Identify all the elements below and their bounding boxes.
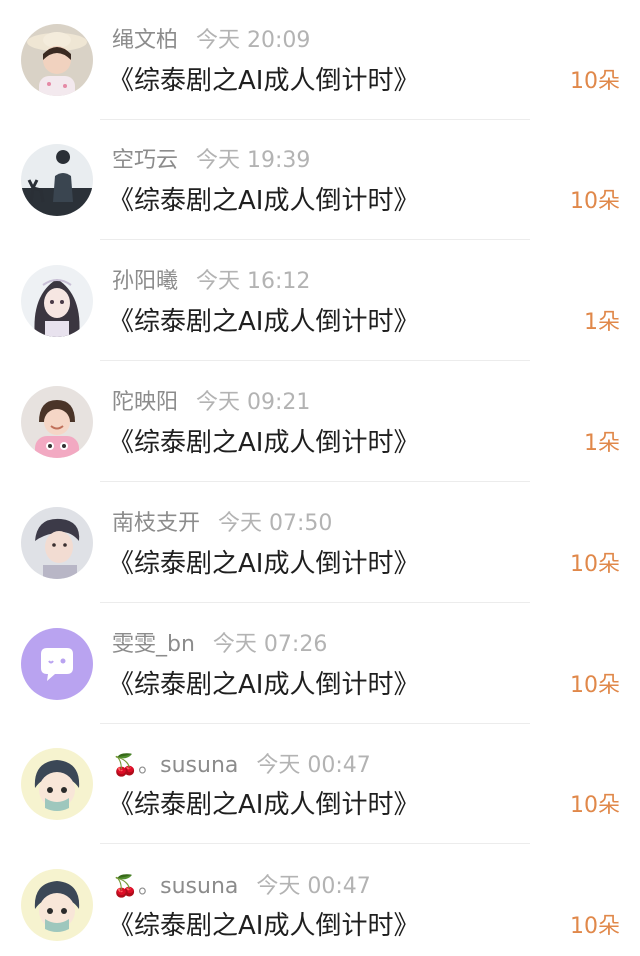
timestamp: 今天 00:47 bbox=[256, 753, 371, 778]
flower-count: 10朵 bbox=[570, 673, 620, 698]
list-item[interactable]: 南枝支开 今天 07:50 《综泰剧之AI成人倒计时》 10朵 bbox=[0, 483, 640, 603]
flower-count: 10朵 bbox=[570, 69, 620, 94]
meta-line: 孙阳曦 今天 16:12 bbox=[112, 267, 310, 297]
flower-count: 10朵 bbox=[570, 914, 620, 939]
gift-record-list: 绳文柏 今天 20:09 《综泰剧之AI成人倒计时》 10朵 空巧云 今天 19:3… bbox=[0, 0, 640, 956]
flower-count: 1朵 bbox=[584, 310, 620, 335]
avatar[interactable] bbox=[21, 507, 93, 579]
list-item[interactable]: 孙阳曦 今天 16:12 《综泰剧之AI成人倒计时》 1朵 bbox=[0, 241, 640, 361]
avatar[interactable] bbox=[21, 628, 93, 700]
list-item[interactable]: 雯雯_bn 今天 07:26 《综泰剧之AI成人倒计时》 10朵 bbox=[0, 604, 640, 724]
book-title[interactable]: 《综泰剧之AI成人倒计时》 bbox=[108, 303, 419, 341]
list-item[interactable]: 空巧云 今天 19:39 《综泰剧之AI成人倒计时》 10朵 bbox=[0, 120, 640, 240]
meta-line: 🍒。susuna 今天 00:47 bbox=[112, 750, 371, 780]
timestamp: 今天 07:50 bbox=[218, 511, 333, 536]
meta-line: 🍒。susuna 今天 00:47 bbox=[112, 871, 371, 901]
list-item[interactable]: 🍒。susuna 今天 00:47 《综泰剧之AI成人倒计时》 10朵 bbox=[0, 845, 640, 956]
user-name[interactable]: 雯雯_bn bbox=[112, 632, 195, 657]
user-name[interactable]: 孙阳曦 bbox=[112, 269, 178, 294]
user-name[interactable]: 空巧云 bbox=[112, 148, 178, 173]
timestamp: 今天 07:26 bbox=[212, 632, 328, 657]
avatar[interactable] bbox=[21, 748, 93, 820]
timestamp: 今天 00:47 bbox=[256, 874, 371, 899]
list-item[interactable]: 绳文柏 今天 20:09 《综泰剧之AI成人倒计时》 10朵 bbox=[0, 0, 640, 120]
timestamp: 今天 16:12 bbox=[196, 269, 311, 294]
flower-count: 10朵 bbox=[570, 189, 620, 214]
book-title[interactable]: 《综泰剧之AI成人倒计时》 bbox=[108, 182, 419, 220]
cherry-icon: 🍒 bbox=[112, 874, 139, 898]
flower-count: 10朵 bbox=[570, 552, 620, 577]
flower-count: 1朵 bbox=[584, 431, 620, 456]
user-name[interactable]: 。susuna bbox=[138, 753, 238, 778]
book-title[interactable]: 《综泰剧之AI成人倒计时》 bbox=[108, 545, 419, 583]
silhouette-with-deer-avatar-icon bbox=[21, 144, 93, 216]
user-name[interactable]: 陀映阳 bbox=[112, 390, 178, 415]
book-title[interactable]: 《综泰剧之AI成人倒计时》 bbox=[108, 666, 419, 704]
user-name[interactable]: 南枝支开 bbox=[112, 511, 200, 536]
cartoon-boy-mask-avatar-icon bbox=[21, 869, 93, 941]
meta-line: 雯雯_bn 今天 07:26 bbox=[112, 630, 327, 660]
avatar[interactable] bbox=[21, 144, 93, 216]
list-item[interactable]: 🍒。susuna 今天 00:47 《综泰剧之AI成人倒计时》 10朵 bbox=[0, 724, 640, 844]
girl-straw-hat-avatar-icon bbox=[21, 24, 93, 96]
timestamp: 今天 19:39 bbox=[196, 148, 311, 173]
book-title[interactable]: 《综泰剧之AI成人倒计时》 bbox=[108, 424, 419, 462]
avatar[interactable] bbox=[21, 386, 93, 458]
user-name[interactable]: 。susuna bbox=[138, 874, 238, 899]
cherry-icon: 🍒 bbox=[112, 753, 139, 777]
timestamp: 今天 20:09 bbox=[196, 28, 311, 53]
anime-girl-avatar-icon bbox=[21, 265, 93, 337]
meta-line: 绳文柏 今天 20:09 bbox=[112, 26, 310, 56]
book-title[interactable]: 《综泰剧之AI成人倒计时》 bbox=[108, 62, 419, 100]
child-pink-sweater-avatar-icon bbox=[21, 386, 93, 458]
divider bbox=[100, 481, 530, 482]
cartoon-boy-mask-avatar-icon bbox=[21, 748, 93, 820]
meta-line: 南枝支开 今天 07:50 bbox=[112, 509, 332, 539]
avatar[interactable] bbox=[21, 24, 93, 96]
young-man-avatar-icon bbox=[21, 507, 93, 579]
divider bbox=[100, 360, 530, 361]
purple-chat-bubble-avatar-icon bbox=[21, 628, 93, 700]
avatar[interactable] bbox=[21, 869, 93, 941]
user-name[interactable]: 绳文柏 bbox=[112, 28, 178, 53]
list-item[interactable]: 陀映阳 今天 09:21 《综泰剧之AI成人倒计时》 1朵 bbox=[0, 362, 640, 482]
meta-line: 陀映阳 今天 09:21 bbox=[112, 388, 310, 418]
avatar[interactable] bbox=[21, 265, 93, 337]
meta-line: 空巧云 今天 19:39 bbox=[112, 146, 310, 176]
divider bbox=[100, 602, 530, 603]
book-title[interactable]: 《综泰剧之AI成人倒计时》 bbox=[108, 907, 419, 945]
timestamp: 今天 09:21 bbox=[196, 390, 311, 415]
flower-count: 10朵 bbox=[570, 793, 620, 818]
divider bbox=[100, 239, 530, 240]
book-title[interactable]: 《综泰剧之AI成人倒计时》 bbox=[108, 786, 419, 824]
divider bbox=[100, 843, 530, 844]
